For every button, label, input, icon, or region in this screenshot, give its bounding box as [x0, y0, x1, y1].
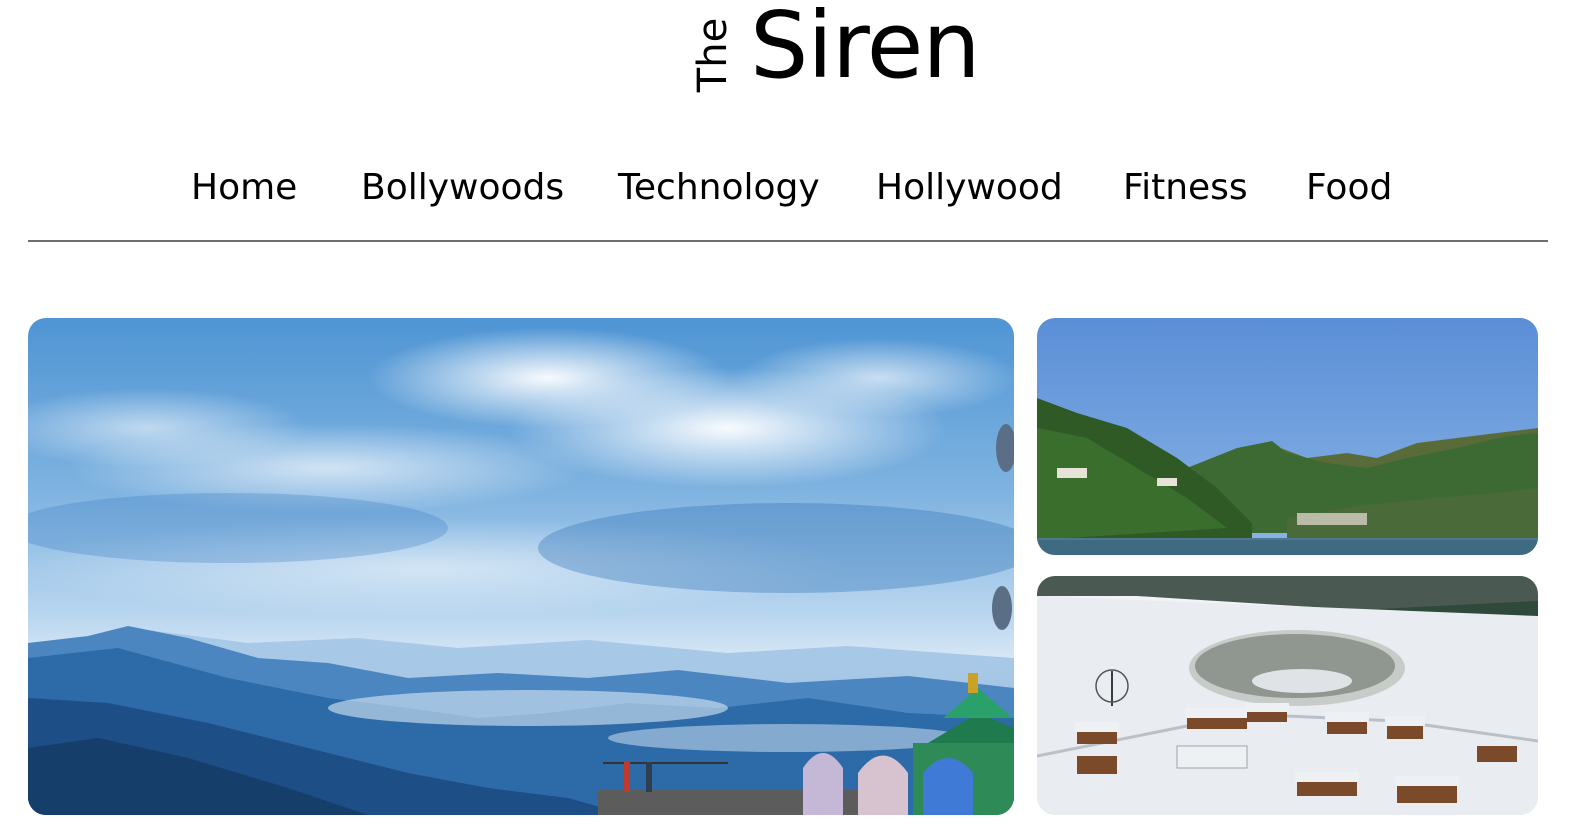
snowy-frozen-lake-cottages-photo — [1037, 576, 1538, 815]
nav-item-fitness[interactable]: Fitness — [1123, 164, 1248, 212]
main-navigation: Home Bollywoods Technology Hollywood Fit… — [0, 164, 1586, 214]
logo-large-text[interactable]: Siren — [750, 0, 981, 96]
featured-side-bottom-image[interactable] — [1037, 576, 1538, 815]
page: The Siren Home Bollywoods Technology Hol… — [0, 0, 1586, 834]
nav-divider — [28, 240, 1548, 242]
logo-small-text: The — [690, 17, 736, 93]
nav-item-technology[interactable]: Technology — [618, 164, 820, 212]
nav-item-hollywood[interactable]: Hollywood — [876, 164, 1063, 212]
nav-item-food[interactable]: Food — [1306, 164, 1392, 212]
nav-item-home[interactable]: Home — [191, 164, 297, 212]
featured-main-image[interactable] — [28, 318, 1014, 815]
mountain-valley-sky-photo — [28, 318, 1014, 815]
nav-item-bollywoods[interactable]: Bollywoods — [361, 164, 564, 212]
hill-lake-town-photo — [1037, 318, 1538, 555]
featured-side-top-image[interactable] — [1037, 318, 1538, 555]
